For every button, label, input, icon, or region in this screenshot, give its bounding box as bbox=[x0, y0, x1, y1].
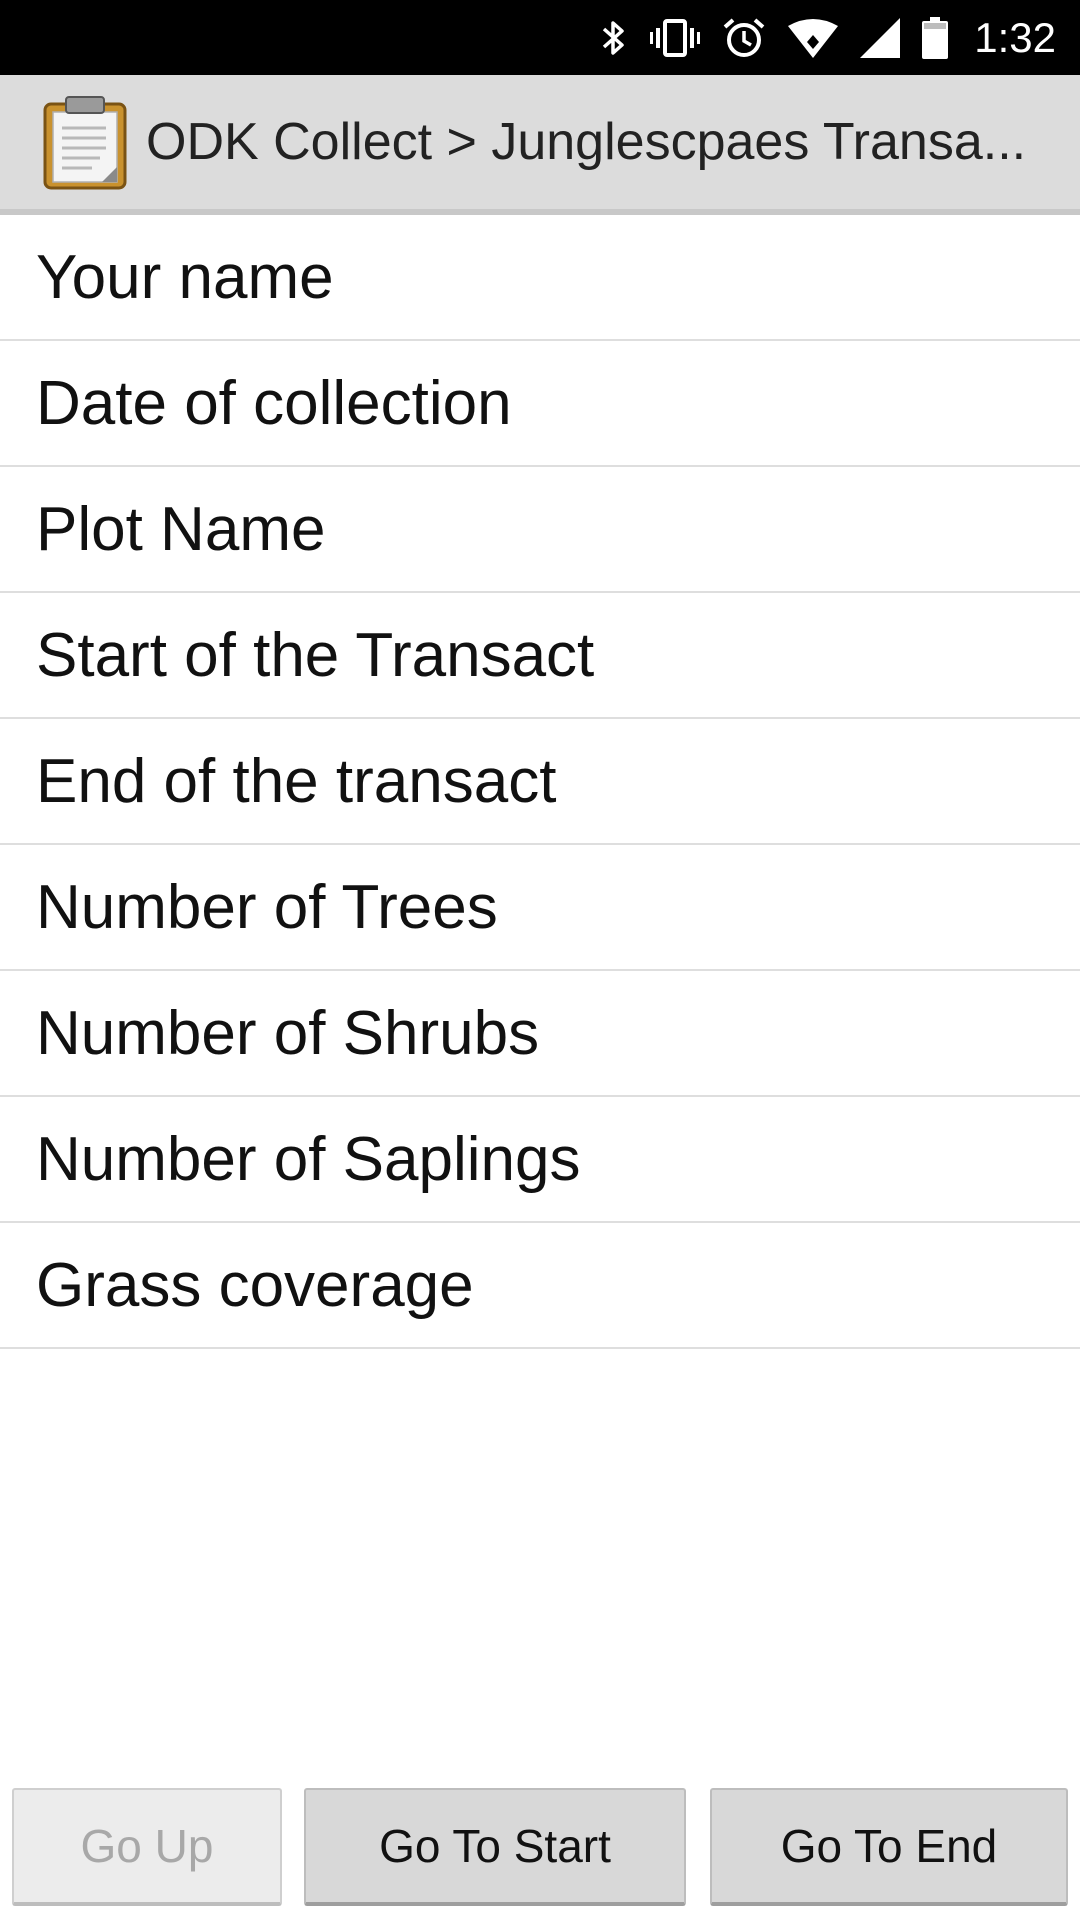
battery-icon bbox=[922, 16, 949, 59]
status-time: 1:32 bbox=[974, 13, 1056, 61]
button-bar: Go Up Go To Start Go To End bbox=[0, 1785, 1080, 1910]
list-item-label: Grass coverage bbox=[36, 1250, 474, 1320]
list-item-label: Number of Shrubs bbox=[36, 998, 540, 1068]
list-item-label: Number of Saplings bbox=[36, 1124, 581, 1194]
vibrate-icon bbox=[650, 18, 701, 58]
list-item-number-of-trees[interactable]: Number of Trees bbox=[0, 845, 1080, 971]
wifi-icon bbox=[788, 18, 839, 58]
cell-signal-icon bbox=[860, 17, 901, 58]
alarm-icon bbox=[722, 17, 766, 59]
list-item-label: Start of the Transact bbox=[36, 620, 595, 690]
list-item-grass-coverage[interactable]: Grass coverage bbox=[0, 1223, 1080, 1349]
list-item-number-of-saplings[interactable]: Number of Saplings bbox=[0, 1097, 1080, 1223]
list-item-label: Number of Trees bbox=[36, 872, 498, 942]
list-item-label: Plot Name bbox=[36, 494, 326, 564]
list-item-your-name[interactable]: Your name bbox=[0, 215, 1080, 341]
list-item-date-of-collection[interactable]: Date of collection bbox=[0, 341, 1080, 467]
status-icons: 1:32 bbox=[600, 0, 1056, 75]
hierarchy-list: Your name Date of collection Plot Name S… bbox=[0, 215, 1080, 1349]
list-item-start-of-transact[interactable]: Start of the Transact bbox=[0, 593, 1080, 719]
page-title: ODK Collect > Junglescpaes Transa... bbox=[146, 113, 1027, 171]
title-bar: ODK Collect > Junglescpaes Transa... bbox=[0, 75, 1080, 215]
list-item-label: End of the transact bbox=[36, 746, 557, 816]
list-item-number-of-shrubs[interactable]: Number of Shrubs bbox=[0, 971, 1080, 1097]
list-item-label: Your name bbox=[36, 242, 334, 312]
bluetooth-icon bbox=[600, 18, 628, 58]
clipboard-icon bbox=[42, 94, 128, 190]
go-to-end-button[interactable]: Go To End bbox=[710, 1788, 1068, 1906]
list-item-label: Date of collection bbox=[36, 368, 512, 438]
list-item-plot-name[interactable]: Plot Name bbox=[0, 467, 1080, 593]
go-to-start-button[interactable]: Go To Start bbox=[304, 1788, 686, 1906]
go-up-button[interactable]: Go Up bbox=[12, 1788, 282, 1906]
screen: 1:32 ODK Collect > Junglescpaes Transa..… bbox=[0, 0, 1080, 1920]
list-item-end-of-transact[interactable]: End of the transact bbox=[0, 719, 1080, 845]
status-bar: 1:32 bbox=[0, 0, 1080, 75]
